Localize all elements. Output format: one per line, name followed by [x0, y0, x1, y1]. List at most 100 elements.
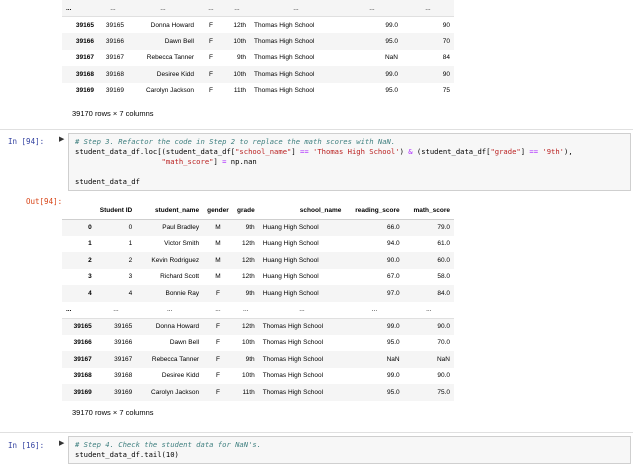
table-cell-name: ... — [128, 0, 198, 17]
table-cell-school: Huang High School — [258, 252, 346, 269]
table-cell-gender: F — [203, 384, 233, 401]
table-row: 39167 39167 Rebecca Tanner F 9th Thomas High … — [62, 50, 454, 67]
table-cell-math: 84 — [442, 54, 450, 62]
table-cell-student-id: 0 — [95, 219, 137, 236]
code-editor-16[interactable]: # Step 4. Check the student data for NaN… — [68, 436, 631, 464]
row-index: 4 — [62, 285, 96, 302]
table-row: 39169 39169 Carolyn Jackson F 11th Thomas Hig… — [62, 384, 454, 401]
table-cell-student-id: ... — [98, 0, 128, 17]
row-index: 39168 — [73, 372, 92, 380]
table-row: ........................ — [62, 302, 454, 319]
table-cell-math: 84.0 — [403, 285, 454, 302]
table-cell-grade: 12th — [242, 273, 255, 281]
row-index: 39166 — [73, 339, 92, 347]
table-cell-grade: 9th — [232, 285, 259, 302]
table-cell-grade: 12th — [232, 252, 259, 269]
run-indicator-icon[interactable]: ▶ — [59, 439, 64, 447]
table-cell-name: Victor Smith — [164, 240, 200, 248]
table-cell-school: Thomas High School — [258, 317, 346, 335]
code-operator: == — [300, 147, 309, 156]
table-cell-name: Desiree Kidd — [128, 66, 198, 83]
table-cell-gender: F — [198, 66, 224, 83]
run-indicator-icon[interactable]: ▶ — [59, 135, 64, 143]
table-cell-math: 58.0 — [437, 273, 450, 281]
code-token: ) — [399, 147, 409, 156]
table-cell-reading: 95.0 — [385, 87, 398, 95]
table-row: 3 3 Richard Scott M 12th Huang High School 67.… — [62, 269, 454, 286]
table-cell-gender: F — [215, 339, 220, 347]
table-cell-school: ... — [299, 306, 305, 313]
table-cell-reading: 66.0 — [345, 219, 404, 236]
table-cell-school: Thomas High School — [262, 372, 324, 380]
row-index: 39167 — [75, 54, 94, 62]
table-cell-grade: 12th — [242, 240, 255, 248]
table-cell-school: Thomas High School — [262, 339, 324, 347]
table-cell-gender: F — [203, 351, 233, 368]
table-cell-math: 70 — [402, 33, 454, 50]
column-header: grade — [232, 202, 259, 220]
row-index: 1 — [88, 240, 92, 248]
table-row: 39165 39165 Donna Howard F 12th Thomas High S… — [62, 16, 454, 33]
table-cell-reading: 95.0 — [345, 384, 404, 401]
table-cell-math: 75.0 — [403, 384, 454, 401]
row-index: 39167 — [62, 351, 96, 368]
table-cell-name: Dawn Bell — [128, 33, 198, 50]
output-dataframe-table: Student ID student_name gender grade school_… — [62, 202, 454, 401]
column-header: gender — [203, 202, 233, 220]
table-cell-student-id: 39168 — [114, 372, 133, 380]
top-output-area: ........................ 39165 39165 Donna … — [62, 0, 462, 118]
table-cell-reading: 99.0 — [342, 16, 402, 33]
table-cell-name: Desiree Kidd — [161, 372, 200, 380]
code-comment: # Step 3. Refactor the code in Step 2 to… — [75, 137, 396, 146]
table-header-row: Student ID student_name gender grade school_… — [62, 202, 454, 220]
table-cell-gender: F — [203, 285, 233, 302]
table-cell-grade: 11th — [232, 384, 259, 401]
table-cell-name: Carolyn Jackson — [136, 384, 204, 401]
table-cell-math: 75 — [442, 87, 450, 95]
table-cell-school: Huang High School — [262, 240, 319, 248]
table-cell-grade: 9th — [232, 219, 259, 236]
code-editor-94[interactable]: # Step 3. Refactor the code in Step 2 to… — [68, 133, 631, 191]
table-row: 39168 39168 Desiree Kidd F 10th Thomas High S… — [62, 368, 454, 385]
code-string: '9th' — [542, 147, 565, 156]
column-header: Student ID — [95, 202, 137, 220]
table-cell-reading: 99.0 — [345, 317, 404, 335]
table-cell-student-id: 39166 — [114, 339, 133, 347]
table-cell-school: Thomas High School — [258, 384, 346, 401]
table-cell-grade: 10th — [224, 33, 250, 50]
table-cell-school: Thomas High School — [250, 16, 342, 33]
table-cell-math: 90 — [402, 16, 454, 33]
table-cell-student-id: 2 — [95, 252, 137, 269]
row-index: 39165 — [62, 16, 98, 33]
table-cell-student-id: 39167 — [95, 351, 137, 368]
table-cell-school: Thomas High School — [250, 66, 342, 83]
code-comment: # Step 4. Check the student data for NaN… — [75, 440, 262, 449]
table-cell-student-id: 39168 — [98, 66, 128, 83]
code-token: (student_data_df[ — [412, 147, 491, 156]
table-cell-student-id: 39165 — [98, 16, 128, 33]
row-index: 39165 — [62, 317, 96, 335]
code-token: np.nan — [226, 157, 257, 166]
top-dataframe-table: ........................ 39165 39165 Donna … — [62, 0, 454, 99]
in-prompt-16: In [16]: — [8, 441, 45, 450]
table-cell-gender: ... — [198, 0, 224, 17]
output-shape-text: 39170 rows × 7 columns — [72, 407, 154, 417]
column-header: reading_score — [345, 202, 404, 220]
code-token: ] — [291, 147, 301, 156]
column-header — [62, 202, 96, 220]
row-index: 39168 — [62, 66, 98, 83]
table-cell-math: 90.0 — [403, 317, 454, 335]
table-cell-math: 60.0 — [403, 252, 454, 269]
row-index: 3 — [88, 273, 92, 281]
row-index: 39169 — [62, 384, 96, 401]
table-cell-gender: F — [203, 317, 233, 335]
table-cell-reading: NaN — [345, 351, 404, 368]
table-cell-reading: 99.0 — [386, 372, 400, 380]
table-cell-student-id: ... — [113, 306, 119, 313]
output-area-94: Student ID student_name gender grade school_… — [62, 202, 462, 417]
table-cell-student-id: 4 — [95, 285, 137, 302]
row-index: ... — [62, 0, 98, 17]
table-cell-math: ... — [426, 306, 432, 313]
table-cell-math: 90.0 — [437, 372, 450, 380]
